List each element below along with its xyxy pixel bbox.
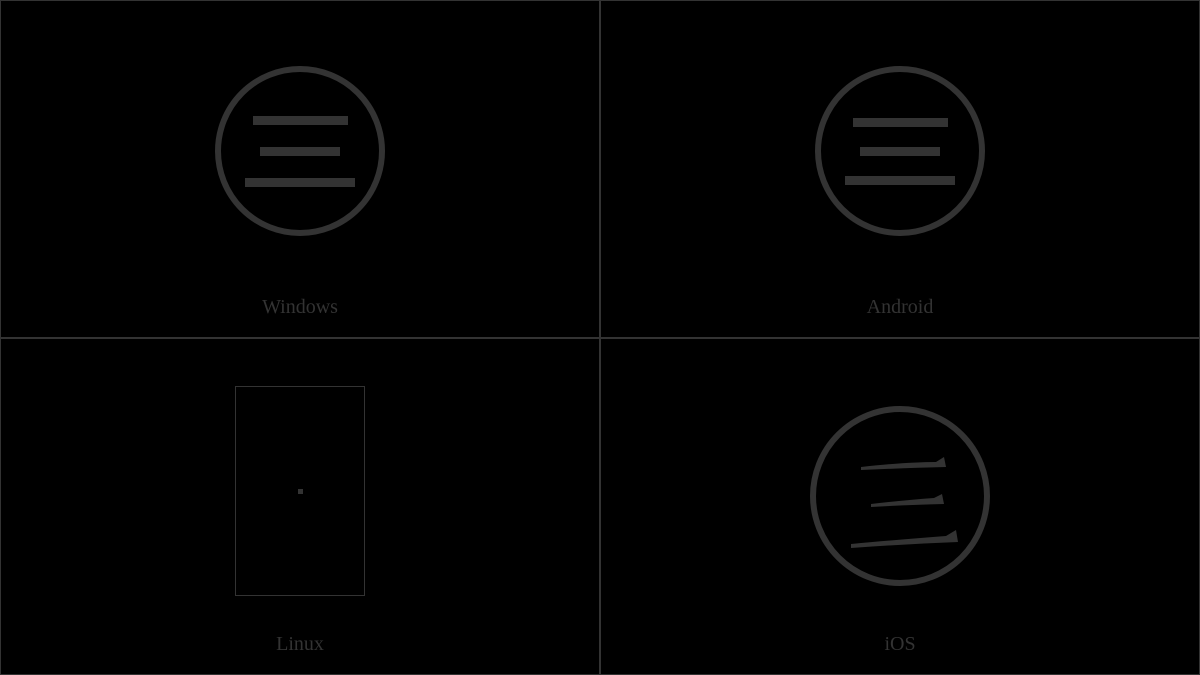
label-android: Android bbox=[867, 296, 934, 319]
label-windows: Windows bbox=[262, 296, 338, 319]
missing-glyph-icon bbox=[235, 386, 365, 596]
circled-three-icon bbox=[815, 66, 985, 236]
cell-ios: iOS bbox=[600, 338, 1200, 675]
cell-windows: Windows bbox=[0, 0, 600, 338]
glyph-android bbox=[601, 1, 1199, 337]
glyph-windows bbox=[1, 1, 599, 337]
glyph-comparison-grid: Windows Android Linux bbox=[0, 0, 1200, 675]
glyph-ios bbox=[601, 339, 1199, 675]
cell-android: Android bbox=[600, 0, 1200, 338]
glyph-linux bbox=[1, 339, 599, 675]
label-ios: iOS bbox=[884, 633, 915, 656]
label-linux: Linux bbox=[276, 633, 324, 656]
cjk-three-icon bbox=[816, 412, 996, 592]
circled-three-icon bbox=[215, 66, 385, 236]
circled-three-icon bbox=[810, 406, 990, 586]
cell-linux: Linux bbox=[0, 338, 600, 675]
